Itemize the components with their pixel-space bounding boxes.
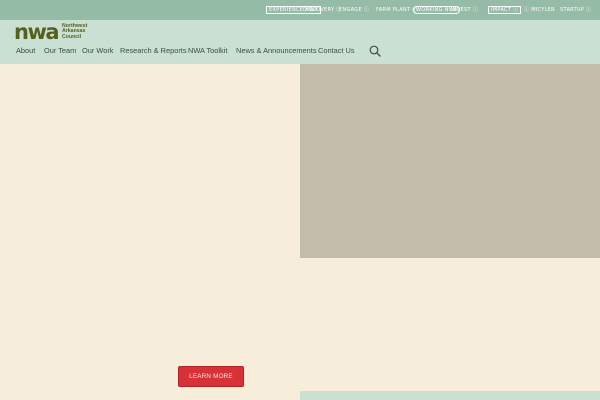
nwa-logo[interactable]: nwa Northwest Arkansas Council — [14, 20, 87, 44]
nav-item-research-reports[interactable]: Research & Reports — [120, 46, 187, 56]
partner-link-micycler[interactable]: ⓘ MICYLER — [524, 6, 555, 14]
nav-item-our-team[interactable]: Our Team — [44, 46, 76, 56]
hero-image-placeholder — [300, 64, 600, 258]
partner-link-discovery[interactable]: DISCOVERY ⓘ — [303, 6, 342, 14]
nav-item-nwa-toolkit[interactable]: NWA Toolkit — [188, 46, 227, 56]
partner-link-invest[interactable]: INVEST ⓘ — [451, 6, 478, 14]
logo-line-3: Council — [62, 33, 82, 40]
partner-link-farm-plant[interactable]: FARM PLANT ⓘ — [376, 6, 418, 14]
partner-link-impact[interactable]: IMPACT ⓘ — [488, 6, 522, 14]
search-icon[interactable] — [369, 45, 381, 57]
partner-network-bar: EXPERIENCE NWA DISCOVERY ⓘ ENGAGE ⓘ FARM… — [0, 0, 600, 20]
partner-link-engage[interactable]: ENGAGE ⓘ — [339, 6, 369, 14]
logo-wordmark: Northwest Arkansas Council — [62, 23, 87, 40]
nav-item-news-announcements[interactable]: News & Announcements — [236, 46, 317, 56]
nav-item-our-work[interactable]: Our Work — [82, 46, 113, 56]
learn-more-button[interactable]: LEARN MORE — [178, 366, 244, 387]
logo-mark: nwa — [14, 20, 60, 44]
section-image-placeholder — [300, 391, 600, 400]
nav-item-contact-us[interactable]: Contact Us — [318, 46, 355, 56]
main-navbar: nwa Northwest Arkansas Council About Our… — [0, 20, 600, 64]
partner-link-startup[interactable]: STARTUP ⓘ — [560, 6, 591, 14]
nav-item-about[interactable]: About — [16, 46, 35, 56]
